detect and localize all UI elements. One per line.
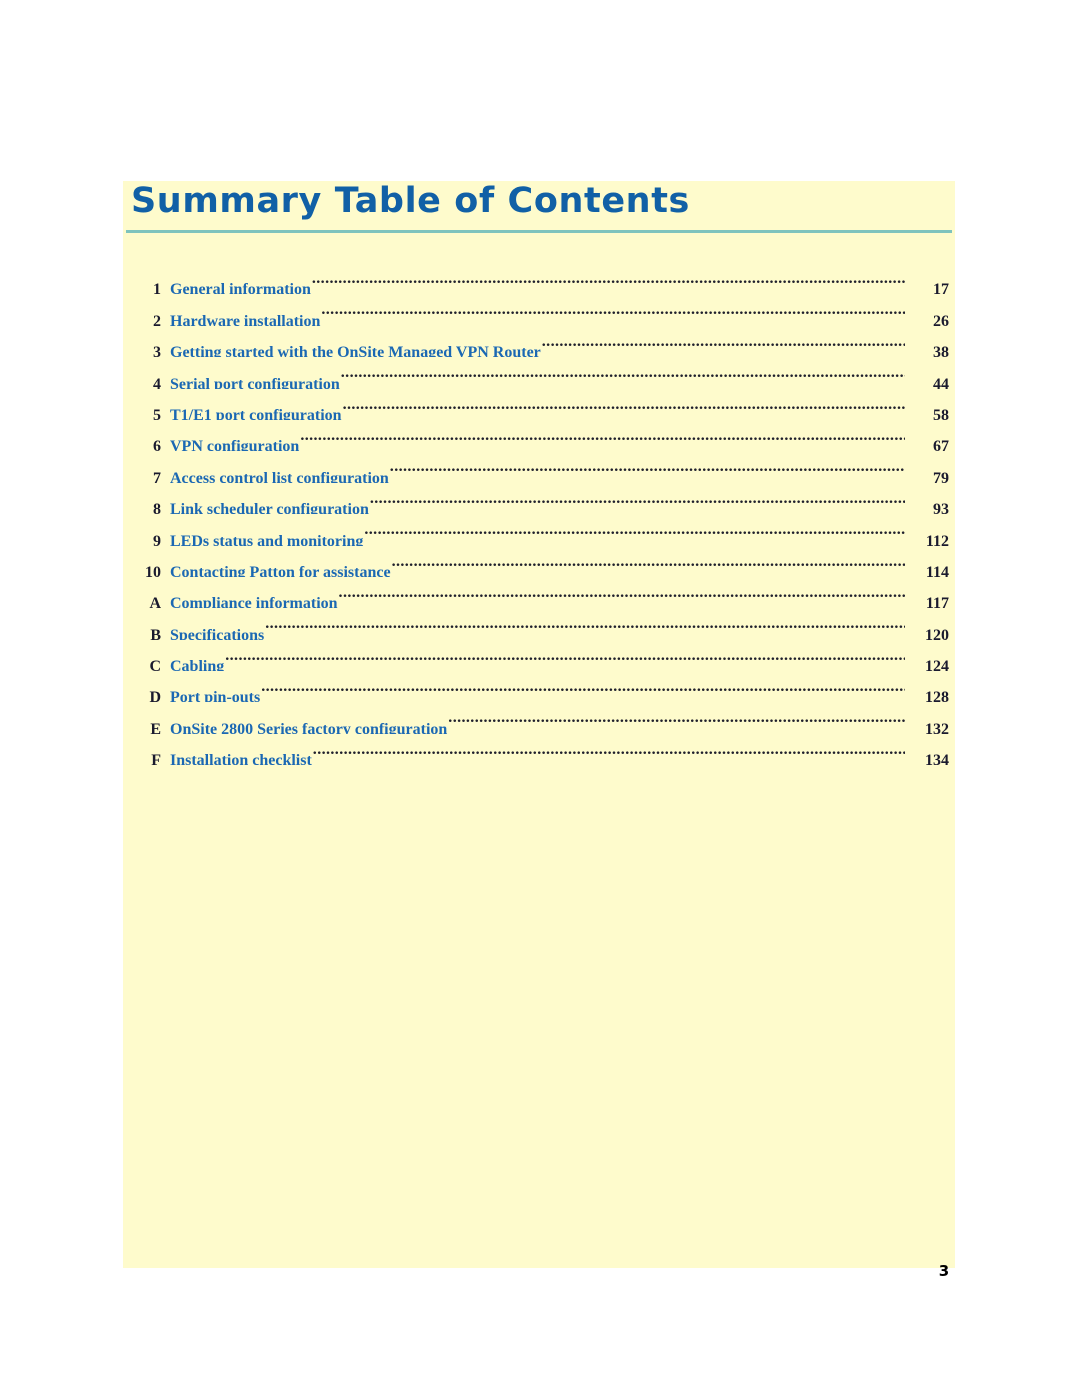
toc-entry-label[interactable]: VPN configuration [170, 431, 299, 451]
table-of-contents-list: 1 General information 17 2 Hardware installa… [123, 263, 955, 765]
toc-entry[interactable]: 9 LEDs status and monitoring 112 [123, 514, 955, 545]
toc-entry-number: 2 [153, 312, 161, 326]
toc-entry-number: 1 [153, 281, 161, 295]
toc-entry-number: E [150, 720, 161, 734]
toc-entry[interactable]: C Cabling 124 [123, 640, 955, 671]
toc-entry[interactable]: A Compliance information 117 [123, 577, 955, 608]
page-number-folio: 3 [938, 1262, 950, 1280]
toc-entry[interactable]: 3 Getting started with the OnSite Managed… [123, 326, 955, 357]
toc-entry-label[interactable]: Access control list configuration [170, 463, 389, 483]
toc-entry-number: F [151, 752, 161, 766]
toc-leader-dots [542, 326, 905, 357]
toc-entry[interactable]: B Specifications 120 [123, 608, 955, 639]
toc-leader-dots [261, 671, 905, 702]
toc-entry-page-number: 112 [925, 532, 949, 546]
toc-entry-number: 4 [153, 375, 161, 389]
toc-entry-page-number: 44 [933, 375, 949, 389]
toc-entry[interactable]: F Installation checklist 134 [123, 734, 955, 765]
page-title: Summary Table of Contents [131, 181, 690, 221]
toc-entry-label[interactable]: Installation checklist [170, 745, 312, 765]
toc-entry-number: A [149, 595, 161, 609]
toc-entry-page-number: 124 [925, 658, 949, 672]
toc-leader-dots [225, 640, 905, 671]
toc-entry-page-number: 132 [925, 720, 949, 734]
toc-entry-number: 8 [153, 501, 161, 515]
toc-leader-dots [448, 702, 905, 733]
toc-entry-label[interactable]: Hardware installation [170, 306, 320, 326]
toc-leader-dots [321, 294, 905, 325]
toc-entry-page-number: 128 [925, 689, 949, 703]
toc-entry[interactable]: E OnSite 2800 Series factory configuratio… [123, 702, 955, 733]
toc-entry-label[interactable]: LEDs status and monitoring [170, 526, 363, 546]
toc-entry[interactable]: D Port pin-outs 128 [123, 671, 955, 702]
title-divider-rule [126, 230, 952, 233]
toc-entry-page-number: 58 [933, 406, 949, 420]
toc-entry-label[interactable]: Getting started with the OnSite Managed … [170, 337, 541, 357]
toc-entry-label[interactable]: T1/E1 port configuration [170, 400, 342, 420]
toc-leader-dots [313, 734, 905, 765]
toc-entry-page-number: 120 [925, 626, 949, 640]
toc-entry-page-number: 93 [933, 501, 949, 515]
toc-leader-dots [364, 514, 905, 545]
toc-leader-dots [343, 389, 905, 420]
toc-leader-dots [265, 608, 905, 639]
toc-entry-page-number: 67 [933, 438, 949, 452]
toc-entry[interactable]: 2 Hardware installation 26 [123, 294, 955, 325]
toc-leader-dots [370, 483, 905, 514]
toc-leader-dots [341, 357, 905, 388]
toc-entry-label[interactable]: Serial port configuration [170, 369, 340, 389]
toc-leader-dots [312, 263, 905, 294]
toc-leader-dots [339, 577, 905, 608]
toc-entry-label[interactable]: Link scheduler configuration [170, 494, 369, 514]
toc-entry-number: 5 [153, 406, 161, 420]
toc-entry[interactable]: 10 Contacting Patton for assistance 114 [123, 546, 955, 577]
toc-entry-number: 6 [153, 438, 161, 452]
toc-entry[interactable]: 4 Serial port configuration 44 [123, 357, 955, 388]
toc-entry-label[interactable]: General information [170, 274, 311, 294]
toc-entry-number: B [150, 626, 161, 640]
toc-entry-number: C [149, 658, 161, 672]
toc-entry-number: 9 [153, 532, 161, 546]
toc-entry[interactable]: 5 T1/E1 port configuration 58 [123, 389, 955, 420]
toc-entry[interactable]: 8 Link scheduler configuration 93 [123, 483, 955, 514]
toc-entry-page-number: 17 [933, 281, 949, 295]
toc-entry-number: 10 [145, 563, 161, 577]
toc-entry-page-number: 79 [933, 469, 949, 483]
toc-entry-number: 7 [153, 469, 161, 483]
toc-entry-page-number: 26 [933, 312, 949, 326]
toc-leader-dots [392, 546, 905, 577]
toc-entry[interactable]: 1 General information 17 [123, 263, 955, 294]
toc-entry[interactable]: 7 Access control list configuration 79 [123, 451, 955, 482]
page-content-panel: Summary Table of Contents 1 General infor… [123, 181, 955, 1268]
toc-entry-number: 3 [153, 344, 161, 358]
toc-entry-page-number: 134 [925, 752, 949, 766]
toc-entry-page-number: 117 [925, 595, 949, 609]
toc-entry-label[interactable]: Cabling [170, 651, 224, 671]
toc-entry-label[interactable]: OnSite 2800 Series factory configuration [170, 714, 447, 734]
toc-entry-label[interactable]: Contacting Patton for assistance [170, 557, 391, 577]
toc-entry-number: D [149, 689, 161, 703]
toc-entry-label[interactable]: Port pin-outs [170, 682, 260, 702]
toc-entry-page-number: 38 [933, 344, 949, 358]
toc-entry-label[interactable]: Specifications [170, 620, 264, 640]
toc-entry[interactable]: 6 VPN configuration 67 [123, 420, 955, 451]
toc-leader-dots [390, 451, 905, 482]
toc-entry-page-number: 114 [925, 563, 949, 577]
toc-leader-dots [300, 420, 905, 451]
toc-entry-label[interactable]: Compliance information [170, 588, 338, 608]
